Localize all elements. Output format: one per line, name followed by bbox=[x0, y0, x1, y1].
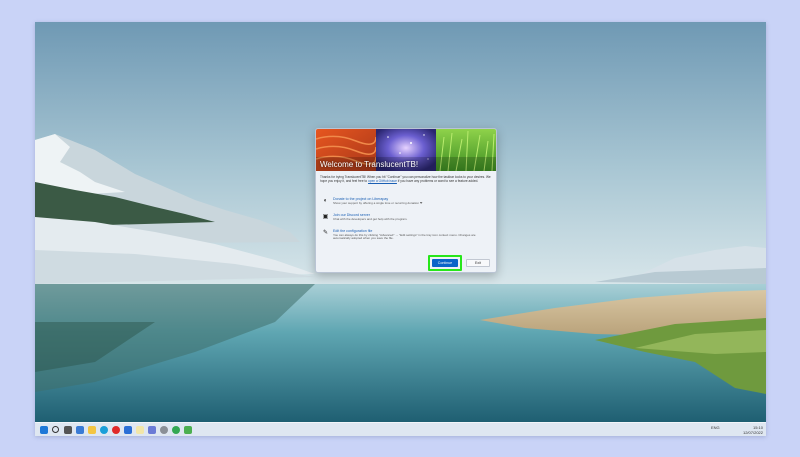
intro-text-end: if you have any problems or want to see … bbox=[396, 179, 479, 184]
config-description: You can always do this by clicking "Adva… bbox=[333, 232, 476, 241]
language-indicator[interactable]: ENG bbox=[711, 425, 720, 430]
file-explorer-icon[interactable] bbox=[88, 426, 96, 434]
settings-icon[interactable] bbox=[160, 426, 168, 434]
github-issue-link[interactable]: open a GitHub issue bbox=[368, 179, 397, 183]
dialog-title: Welcome to TranslucentTB! bbox=[320, 160, 419, 169]
desktop-screen: Welcome to TranslucentTB! Thanks for try… bbox=[35, 22, 766, 436]
notes-icon[interactable] bbox=[136, 426, 144, 434]
store-icon[interactable] bbox=[148, 426, 156, 434]
clock[interactable]: 15:10 12/07/2022 bbox=[735, 425, 763, 435]
chrome-icon[interactable] bbox=[172, 426, 180, 434]
opera-icon[interactable] bbox=[112, 426, 120, 434]
task-view-icon[interactable] bbox=[64, 426, 72, 434]
search-icon[interactable] bbox=[52, 426, 59, 433]
config-item[interactable]: ✎ Edit the configuration file You can al… bbox=[320, 229, 492, 247]
intro-text: Thanks for trying TranslucentTB! When yo… bbox=[320, 175, 492, 183]
continue-button[interactable]: Continue bbox=[432, 259, 458, 267]
exit-button[interactable]: Exit bbox=[466, 259, 490, 267]
start-icon[interactable] bbox=[40, 426, 48, 434]
taskbar: ENG 15:10 12/07/2022 bbox=[35, 422, 766, 436]
discord-icon: ▣ bbox=[322, 214, 329, 220]
translucenttb-icon[interactable] bbox=[184, 426, 192, 434]
donate-item[interactable]: ◐ Donate to the project on Liberapay Sho… bbox=[320, 197, 492, 211]
discord-item[interactable]: ▣ Join our Discord server Chat with the … bbox=[320, 213, 492, 227]
todo-icon[interactable] bbox=[124, 426, 132, 434]
discord-description: Chat with the developers and get help wi… bbox=[333, 216, 408, 221]
welcome-dialog: Welcome to TranslucentTB! Thanks for try… bbox=[315, 128, 497, 273]
clock-date: 12/07/2022 bbox=[742, 430, 763, 435]
pencil-icon: ✎ bbox=[322, 230, 329, 236]
donate-description: Show your support by offering a single t… bbox=[333, 200, 423, 205]
widgets-icon[interactable] bbox=[76, 426, 84, 434]
liberapay-icon: ◐ bbox=[323, 198, 328, 204]
edge-icon[interactable] bbox=[100, 426, 108, 434]
